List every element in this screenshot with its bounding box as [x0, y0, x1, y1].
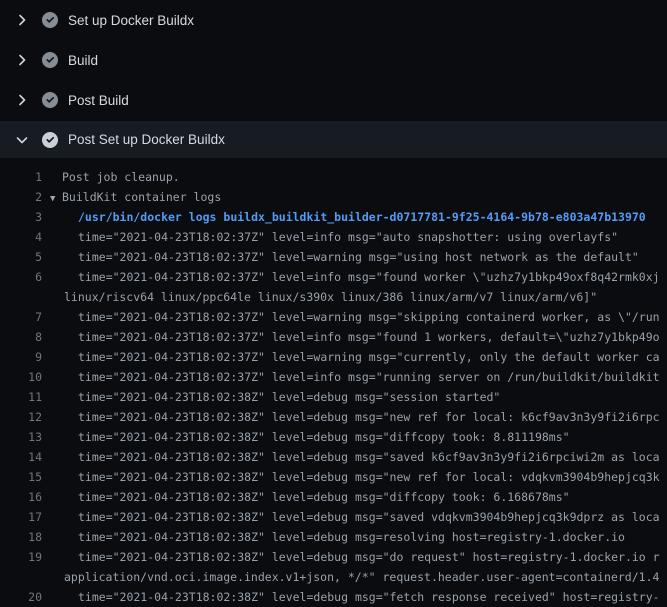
log-text: ▼BuildKit container logs — [50, 187, 221, 207]
log-text: time="2021-04-23T18:02:38Z" level=debug … — [78, 447, 660, 467]
log-text: time="2021-04-23T18:02:37Z" level=info m… — [78, 367, 660, 387]
log-text: time="2021-04-23T18:02:37Z" level=info m… — [78, 227, 618, 247]
line-number: 6 — [0, 267, 42, 287]
log-line: 17 time="2021-04-23T18:02:38Z" level=debu… — [0, 507, 667, 527]
log-text: time="2021-04-23T18:02:38Z" level=debug … — [78, 487, 570, 507]
check-circle-icon — [42, 92, 58, 108]
line-number: 15 — [0, 467, 42, 487]
step-row-build[interactable]: Build — [0, 40, 667, 80]
line-number: 13 — [0, 427, 42, 447]
check-circle-icon — [42, 52, 58, 68]
log-text: time="2021-04-23T18:02:37Z" level=info m… — [78, 267, 660, 287]
line-number — [0, 567, 42, 587]
chevron-right-icon[interactable] — [14, 12, 30, 28]
log-text: time="2021-04-23T18:02:37Z" level=info m… — [78, 327, 660, 347]
line-number: 19 — [0, 547, 42, 567]
line-number: 14 — [0, 447, 42, 467]
log-text: time="2021-04-23T18:02:38Z" level=debug … — [78, 407, 660, 427]
log-line: 15 time="2021-04-23T18:02:38Z" level=debu… — [0, 467, 667, 487]
line-number: 1 — [0, 167, 42, 187]
log-line: 12 time="2021-04-23T18:02:38Z" level=debu… — [0, 407, 667, 427]
line-number: 9 — [0, 347, 42, 367]
log-line: 11 time="2021-04-23T18:02:38Z" level=debu… — [0, 387, 667, 407]
line-number: 3 — [0, 207, 42, 227]
step-label: Post Build — [68, 93, 129, 108]
group-collapse-toggle-icon[interactable]: ▼ — [50, 189, 62, 207]
log-command-link[interactable]: /usr/bin/docker logs buildx_buildkit_bui… — [78, 207, 646, 227]
log-line: 8 time="2021-04-23T18:02:37Z" level=info … — [0, 327, 667, 347]
log-text: time="2021-04-23T18:02:38Z" level=debug … — [78, 427, 570, 447]
step-row-post-build[interactable]: Post Build — [0, 80, 667, 120]
log-line: 14 time="2021-04-23T18:02:38Z" level=debu… — [0, 447, 667, 467]
step-row-set-up-docker-buildx[interactable]: Set up Docker Buildx — [0, 0, 667, 40]
line-number: 11 — [0, 387, 42, 407]
log-text: time="2021-04-23T18:02:38Z" level=debug … — [78, 467, 660, 487]
log-line: 6 time="2021-04-23T18:02:37Z" level=info … — [0, 267, 667, 287]
log-lines: 1 Post job cleanup. 2 ▼BuildKit container l… — [0, 167, 667, 607]
log-text: time="2021-04-23T18:02:38Z" level=debug … — [78, 527, 625, 547]
log-text: time="2021-04-23T18:02:38Z" level=debug … — [78, 387, 500, 407]
log-line: 18 time="2021-04-23T18:02:38Z" level=debu… — [0, 527, 667, 547]
log-text: linux/riscv64 linux/ppc64le linux/s390x … — [64, 287, 597, 307]
log-text: time="2021-04-23T18:02:37Z" level=warnin… — [78, 347, 660, 367]
log-line: 3/usr/bin/docker logs buildx_buildkit_bu… — [0, 207, 667, 227]
log-text: application/vnd.oci.image.index.v1+json,… — [64, 567, 659, 587]
log-line: 20 time="2021-04-23T18:02:38Z" level=debu… — [0, 587, 667, 607]
line-number: 4 — [0, 227, 42, 247]
log-text: Post job cleanup. — [62, 167, 180, 187]
check-circle-icon — [42, 132, 58, 148]
line-number — [0, 287, 42, 307]
chevron-right-icon[interactable] — [14, 52, 30, 68]
step-label: Set up Docker Buildx — [68, 13, 194, 28]
log-text: time="2021-04-23T18:02:37Z" level=warnin… — [78, 307, 660, 327]
chevron-right-icon[interactable] — [14, 92, 30, 108]
check-circle-icon — [42, 12, 58, 28]
step-row-post-set-up-docker-buildx[interactable]: Post Set up Docker Buildx — [0, 121, 667, 158]
line-number: 18 — [0, 527, 42, 547]
log-text: time="2021-04-23T18:02:37Z" level=warnin… — [78, 247, 639, 267]
log-line: 5 time="2021-04-23T18:02:37Z" level=warni… — [0, 247, 667, 267]
log-text: time="2021-04-23T18:02:38Z" level=debug … — [78, 587, 660, 607]
chevron-down-icon[interactable] — [14, 132, 30, 148]
line-number: 20 — [0, 587, 42, 607]
line-number: 12 — [0, 407, 42, 427]
log-line: 7 time="2021-04-23T18:02:37Z" level=warni… — [0, 307, 667, 327]
step-label: Post Set up Docker Buildx — [68, 132, 225, 147]
log-line: 1 Post job cleanup. — [0, 167, 667, 187]
log-area: 1 Post job cleanup. 2 ▼BuildKit container l… — [0, 158, 667, 607]
log-line: 19 time="2021-04-23T18:02:38Z" level=debu… — [0, 547, 667, 567]
log-line: 4 time="2021-04-23T18:02:37Z" level=info … — [0, 227, 667, 247]
log-text: time="2021-04-23T18:02:38Z" level=debug … — [78, 547, 660, 567]
log-line: 2 ▼BuildKit container logs — [0, 187, 667, 207]
workflow-log-viewer: Set up Docker Buildx Build Post Build — [0, 0, 667, 607]
log-line: 16 time="2021-04-23T18:02:38Z" level=debu… — [0, 487, 667, 507]
log-line: 13 time="2021-04-23T18:02:38Z" level=debu… — [0, 427, 667, 447]
line-number: 5 — [0, 247, 42, 267]
log-line: application/vnd.oci.image.index.v1+json,… — [0, 567, 667, 587]
line-number: 17 — [0, 507, 42, 527]
log-line: linux/riscv64 linux/ppc64le linux/s390x … — [0, 287, 667, 307]
line-number: 2 — [0, 187, 42, 207]
line-number: 8 — [0, 327, 42, 347]
line-number: 10 — [0, 367, 42, 387]
line-number: 16 — [0, 487, 42, 507]
log-text: time="2021-04-23T18:02:38Z" level=debug … — [78, 507, 660, 527]
log-line: 10 time="2021-04-23T18:02:37Z" level=info… — [0, 367, 667, 387]
step-label: Build — [68, 53, 98, 68]
log-line: 9 time="2021-04-23T18:02:37Z" level=warni… — [0, 347, 667, 367]
step-list: Set up Docker Buildx Build Post Build — [0, 0, 667, 158]
line-number: 7 — [0, 307, 42, 327]
